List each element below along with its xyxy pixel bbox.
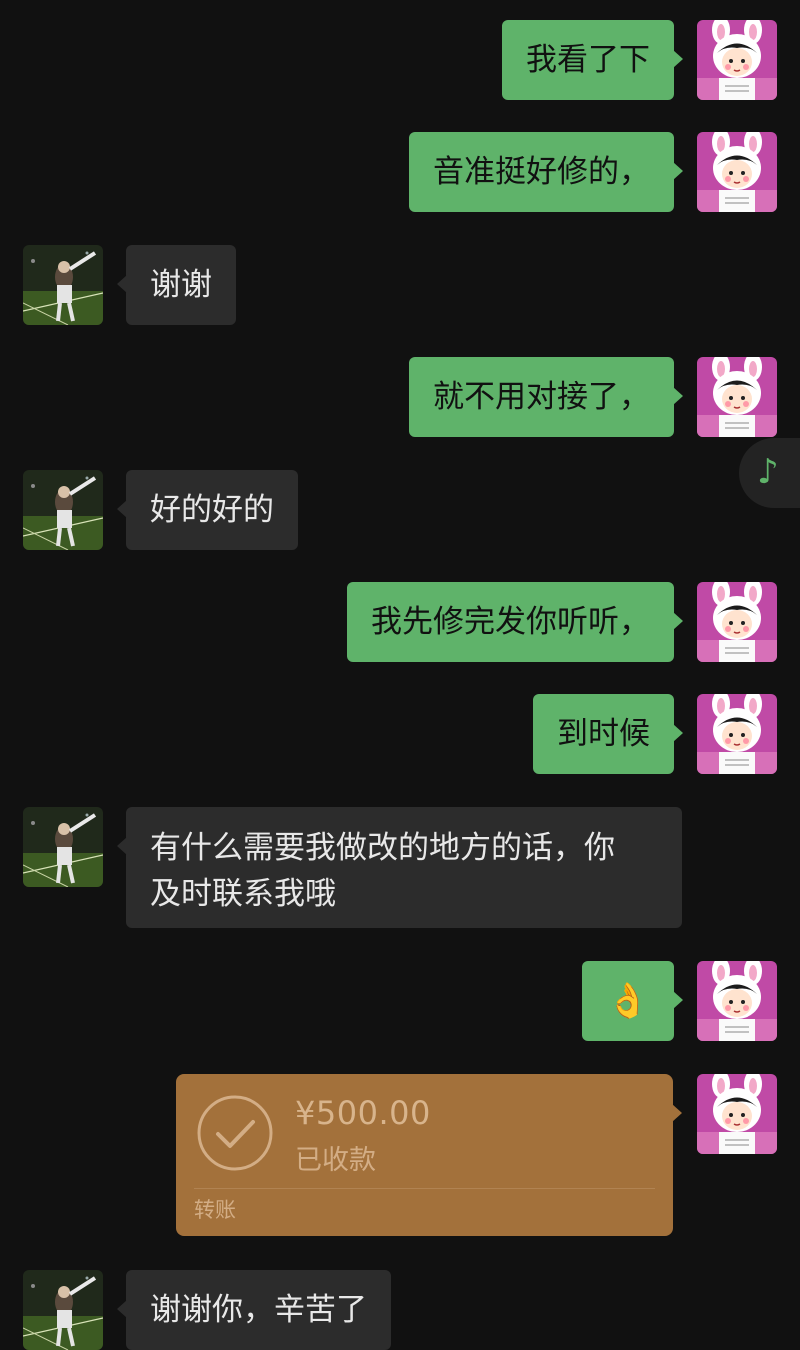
ok-hand-emoji: 👌	[606, 981, 650, 1021]
message-text: 音准挺好修的，	[433, 154, 650, 190]
message-text: 好的好的	[150, 492, 274, 528]
my-avatar[interactable]	[697, 694, 777, 774]
my-avatar[interactable]	[697, 357, 777, 437]
my-avatar[interactable]	[697, 20, 777, 100]
message-bubble-sent[interactable]: 就不用对接了，	[409, 357, 683, 437]
check-circle-icon	[197, 1095, 273, 1171]
message-text-line: 有什么需要我做改的地方的话，你	[150, 830, 615, 866]
contact-avatar[interactable]	[23, 807, 103, 887]
transfer-amount: ¥500.00	[295, 1094, 431, 1132]
message-bubble-sent[interactable]: 👌	[582, 961, 683, 1041]
message-bubble-received[interactable]: 谢谢	[117, 245, 236, 325]
floating-music-button[interactable]: ♪	[739, 438, 800, 508]
message-bubble-sent[interactable]: 音准挺好修的，	[409, 132, 683, 212]
message-bubble-sent[interactable]: 我先修完发你听听，	[347, 582, 683, 662]
message-bubble-received[interactable]: 谢谢你，辛苦了	[117, 1270, 391, 1350]
transfer-label: 转账	[194, 1198, 236, 1222]
contact-avatar[interactable]	[23, 470, 103, 550]
transfer-card[interactable]: ¥500.00 已收款 转账	[176, 1074, 682, 1236]
transfer-divider	[194, 1188, 655, 1189]
transfer-status: 已收款	[295, 1145, 376, 1176]
contact-avatar[interactable]	[23, 245, 103, 325]
message-bubble-sent[interactable]: 我看了下	[502, 20, 683, 100]
message-text: 到时候	[557, 716, 650, 752]
message-text: 就不用对接了，	[433, 379, 650, 415]
music-note-icon: ♪	[757, 452, 779, 492]
message-text-line: 及时联系我哦	[150, 876, 336, 912]
message-text: 谢谢你，辛苦了	[150, 1292, 367, 1328]
my-avatar[interactable]	[697, 1074, 777, 1154]
message-bubble-sent[interactable]: 到时候	[533, 694, 683, 774]
my-avatar[interactable]	[697, 132, 777, 212]
contact-avatar[interactable]	[23, 1270, 103, 1350]
message-bubble-received[interactable]: 好的好的	[117, 470, 298, 550]
message-text: 我看了下	[526, 42, 650, 78]
my-avatar[interactable]	[697, 961, 777, 1041]
message-text: 谢谢	[150, 267, 212, 303]
my-avatar[interactable]	[697, 582, 777, 662]
message-bubble-received[interactable]: 有什么需要我做改的地方的话，你 及时联系我哦	[117, 807, 682, 928]
message-text: 我先修完发你听听，	[371, 604, 650, 640]
